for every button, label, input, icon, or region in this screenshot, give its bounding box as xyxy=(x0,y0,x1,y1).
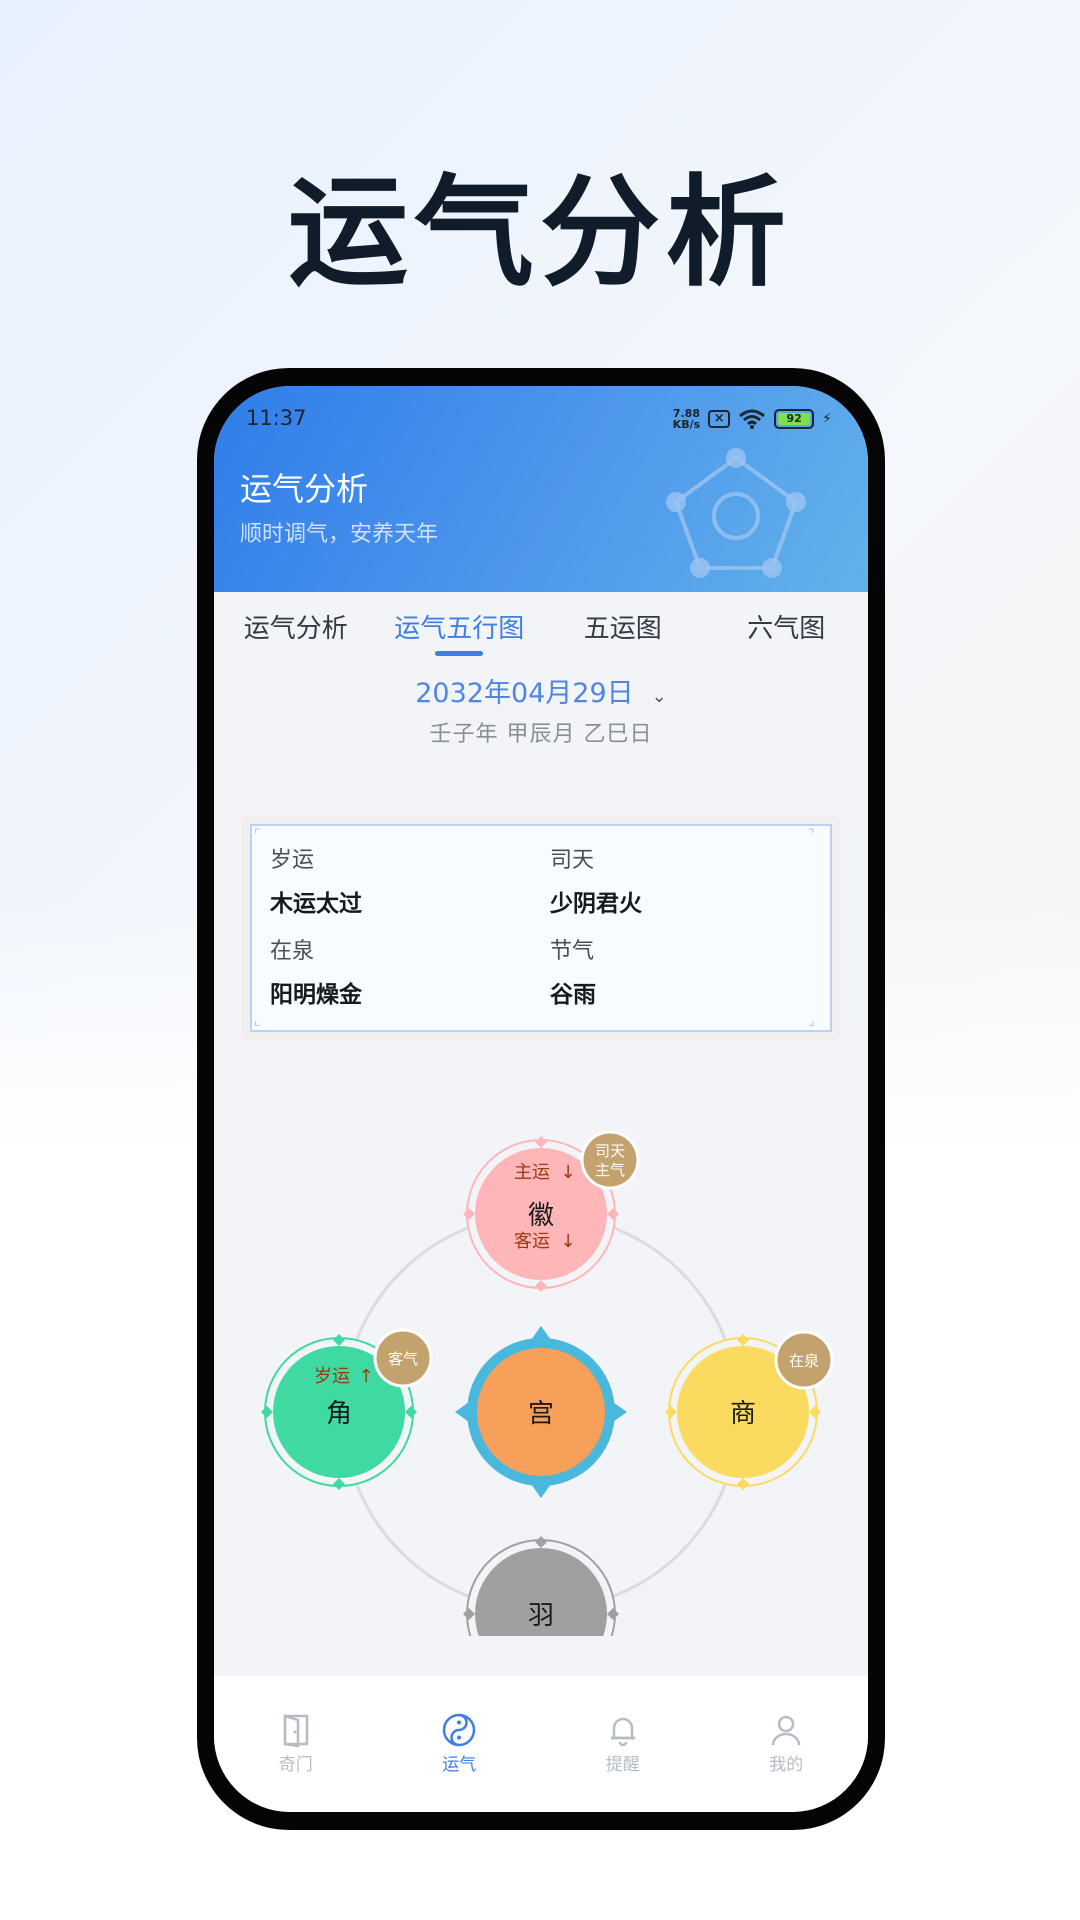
node-shang[interactable]: 商 在泉 xyxy=(665,1330,834,1490)
wifi-icon xyxy=(739,409,766,429)
nav-qimen[interactable]: 奇门 xyxy=(214,1676,378,1812)
battery-icon: 92 xyxy=(774,409,815,429)
arrow-down-icon: ↓ xyxy=(560,1162,575,1183)
node-jiao[interactable]: 岁运 ↑ 角 客气 xyxy=(261,1328,433,1490)
gong-name: 宫 xyxy=(528,1399,554,1429)
suiyun-label: 岁运 xyxy=(314,1366,350,1387)
pentagon-decoration-icon xyxy=(666,448,806,578)
nav-reminder[interactable]: 提醒 xyxy=(541,1676,705,1812)
zhuyun-label: 主运 xyxy=(514,1162,550,1183)
info-sitian: 司天 少阴君火 xyxy=(550,848,642,917)
node-gong[interactable]: 宫 xyxy=(455,1326,627,1498)
yu-name: 羽 xyxy=(528,1601,554,1631)
tab-yunqi-analysis[interactable]: 运气分析 xyxy=(214,592,378,658)
ganzhi-text: 壬子年 甲辰月 乙巳日 xyxy=(429,722,653,747)
info-suiyun: 岁运 木运太过 xyxy=(270,848,362,917)
bottom-nav: 奇门 运气 提醒 我的 xyxy=(214,1676,868,1812)
arrow-down-icon: ↓ xyxy=(560,1231,575,1252)
phone-screen: 11:37 7.88 KB/s × 92 ⚡ 运气分析 顺时调气，安养天年 运气… xyxy=(214,386,868,1812)
sitian-zhuqi-badge xyxy=(580,1130,640,1190)
app-subtitle: 顺时调气，安养天年 xyxy=(240,522,439,547)
nav-mine[interactable]: 我的 xyxy=(705,1676,869,1812)
date-value: 2032年04月29日 xyxy=(415,678,634,709)
phone-frame: 11:37 7.88 KB/s × 92 ⚡ 运气分析 顺时调气，安养天年 运气… xyxy=(197,368,885,1830)
door-icon xyxy=(283,1714,308,1748)
nav-yunqi[interactable]: 运气 xyxy=(378,1676,542,1812)
tab-bar: 运气分析 运气五行图 五运图 六气图 xyxy=(214,592,868,658)
svg-text:在泉: 在泉 xyxy=(789,1352,819,1370)
jiao-name: 角 xyxy=(326,1399,352,1429)
svg-text:主气: 主气 xyxy=(595,1161,625,1179)
tab-wuyun[interactable]: 五运图 xyxy=(541,592,705,658)
taiji-icon xyxy=(443,1713,476,1747)
corner-ornament-icon: ⌞ xyxy=(254,1013,261,1029)
info-zaiquan: 在泉 阳明燥金 xyxy=(270,939,362,1008)
date-picker[interactable]: 2032年04月29日 ⌄ xyxy=(214,671,868,710)
node-zhi[interactable]: 主运 ↓ 徽 客运 ↓ 司天 主气 xyxy=(463,1130,640,1292)
tab-liuqi[interactable]: 六气图 xyxy=(705,592,869,658)
app-header: 11:37 7.88 KB/s × 92 ⚡ 运气分析 顺时调气，安养天年 xyxy=(214,386,868,592)
corner-ornament-icon: ⌜ xyxy=(254,827,261,843)
shang-name: 商 xyxy=(730,1399,756,1429)
status-icons: 7.88 KB/s × 92 ⚡ xyxy=(673,408,832,430)
charging-icon: ⚡ xyxy=(822,411,832,427)
tab-yunqi-wuxing[interactable]: 运气五行图 xyxy=(378,592,542,658)
net-speed: 7.88 KB/s xyxy=(672,407,701,431)
info-jieqi: 节气 谷雨 xyxy=(550,939,596,1008)
yunqi-info-card: ⌜ ⌝ ⌞ ⌟ 岁运 木运太过 司天 少阴君火 在泉 阳明燥金 节气 谷雨 xyxy=(242,816,840,1040)
corner-ornament-icon: ⌝ xyxy=(808,827,815,843)
no-sim-icon: × xyxy=(708,410,731,428)
app-title: 运气分析 xyxy=(240,470,369,508)
svg-text:客气: 客气 xyxy=(388,1350,418,1368)
bell-icon xyxy=(610,1717,635,1747)
zhi-name: 徽 xyxy=(528,1201,554,1231)
status-time: 11:37 xyxy=(246,406,307,430)
node-yu[interactable]: 羽 xyxy=(463,1536,619,1636)
info-card-inner: ⌜ ⌝ ⌞ ⌟ 岁运 木运太过 司天 少阴君火 在泉 阳明燥金 节气 谷雨 xyxy=(250,824,832,1032)
corner-ornament-icon: ⌟ xyxy=(808,1013,815,1029)
keyun-label: 客运 xyxy=(514,1231,550,1252)
wuxing-diagram: 主运 ↓ 徽 客运 ↓ 司天 主气 岁运 ↑ 角 客气 宫 商 在泉 羽 xyxy=(261,1130,834,1636)
battery-level: 92 xyxy=(778,413,811,425)
svg-text:司天: 司天 xyxy=(595,1142,625,1160)
chevron-down-icon: ⌄ xyxy=(651,686,667,707)
page-headline: 运气分析 xyxy=(288,164,792,303)
arrow-up-icon: ↑ xyxy=(358,1366,373,1387)
user-icon xyxy=(772,1715,801,1746)
tab-active-indicator xyxy=(435,651,484,656)
